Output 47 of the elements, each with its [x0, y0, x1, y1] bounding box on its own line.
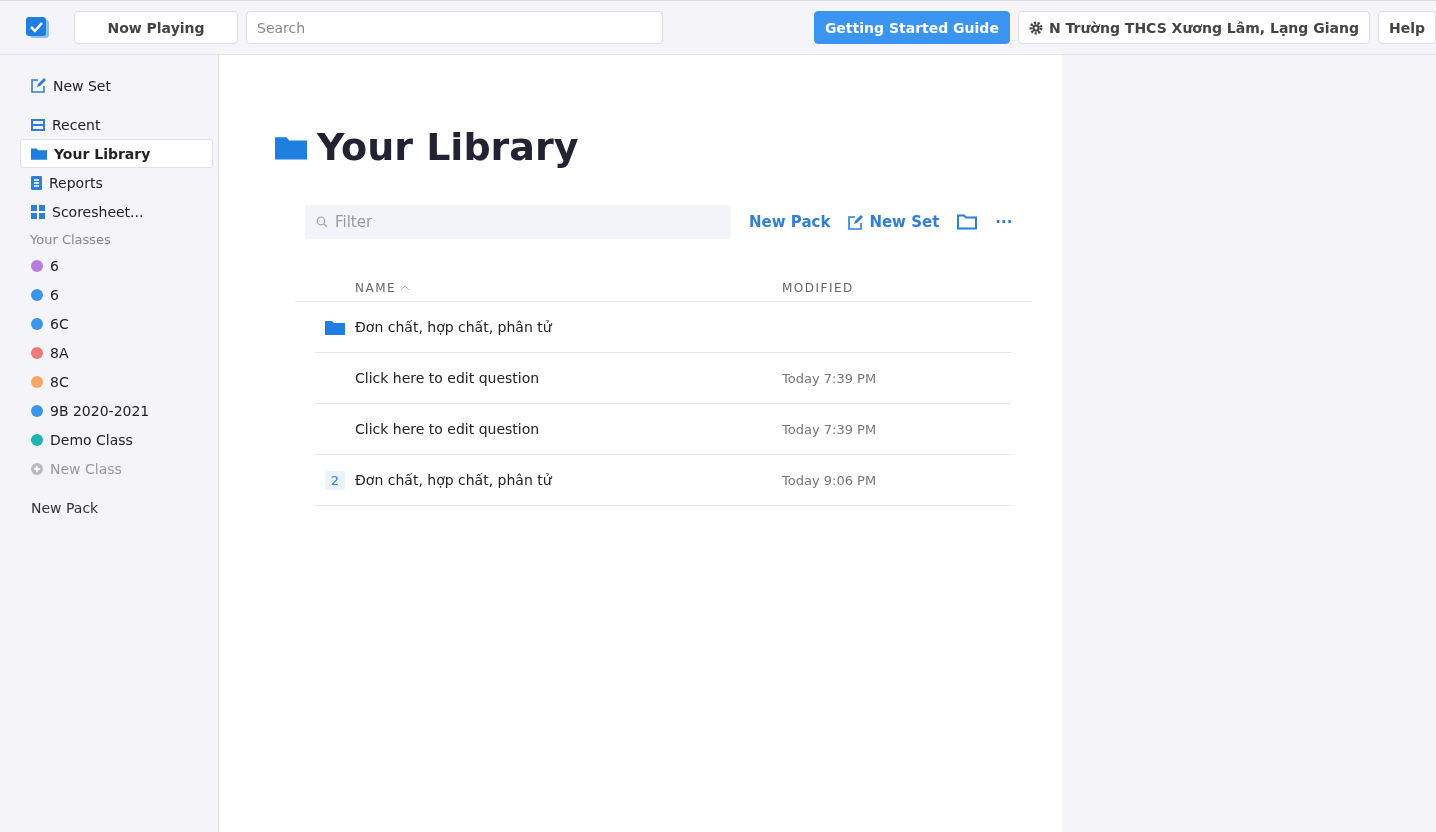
search-field[interactable]: Search [246, 11, 663, 44]
section-heading: Your Classes [29, 231, 112, 249]
item-name[interactable]: Đơn chất, hợp chất, phân tử [355, 472, 782, 488]
item-name[interactable]: Click here to edit question [355, 421, 782, 437]
new-pack-link[interactable]: New Pack [20, 493, 213, 522]
sidebar-item[interactable]: Recent [20, 110, 213, 139]
folder-icon [325, 319, 345, 335]
folder-icon [31, 147, 47, 160]
pack-count: 2 [324, 470, 346, 490]
tray-icon [31, 118, 45, 131]
new-set-link[interactable]: New Set [20, 71, 213, 100]
folder-icon[interactable] [957, 214, 978, 230]
edit-icon [31, 78, 46, 93]
edit-icon [848, 214, 864, 230]
search-icon [316, 216, 328, 228]
column-header[interactable]: NAME [355, 281, 782, 295]
account-button[interactable]: N Trường THCS Xương Lâm, Lạng Giang [1017, 11, 1370, 44]
column-header[interactable]: MODIFIED [782, 281, 902, 295]
item-name[interactable]: Đơn chất, hợp chất, phân tử [355, 319, 782, 335]
modified-date: Today 7:39 PM [782, 421, 877, 437]
sidebar-item[interactable]: Reports [20, 168, 213, 197]
item-name[interactable]: Click here to edit question [355, 370, 782, 386]
class-item[interactable]: 6C [20, 309, 213, 338]
gear-icon [1028, 20, 1043, 35]
new-pack-link[interactable]: New Pack [749, 213, 831, 231]
class-item[interactable]: 9B 2020-2021 [20, 396, 213, 425]
plus-circle-icon [31, 462, 43, 475]
grid-icon [31, 204, 45, 219]
folder-icon [275, 134, 307, 160]
filter-field[interactable]: Filter [305, 205, 731, 239]
class-item[interactable]: 6 [20, 280, 213, 309]
help-button[interactable]: Help [1377, 11, 1436, 44]
sidebar-item[interactable]: Your Library [20, 139, 213, 168]
class-item[interactable]: 8C [20, 367, 213, 396]
modified-date: Today 9:06 PM [782, 472, 877, 488]
class-item[interactable]: 6 [20, 251, 213, 280]
class-item[interactable]: Demo Class [20, 425, 213, 454]
page-title: Your Library [317, 125, 579, 169]
checkbox-logo-icon[interactable] [26, 16, 50, 39]
sort-up-icon [400, 285, 411, 291]
new-set-link[interactable]: New Set [848, 213, 940, 231]
class-item[interactable]: 8A [20, 338, 213, 367]
now-playing-button[interactable]: Now Playing [74, 11, 238, 44]
sidebar-item[interactable]: Scoresheet... [20, 197, 213, 226]
document-icon [31, 175, 42, 190]
more-link[interactable]: ··· [995, 213, 1013, 231]
modified-date: Today 7:39 PM [782, 370, 877, 386]
